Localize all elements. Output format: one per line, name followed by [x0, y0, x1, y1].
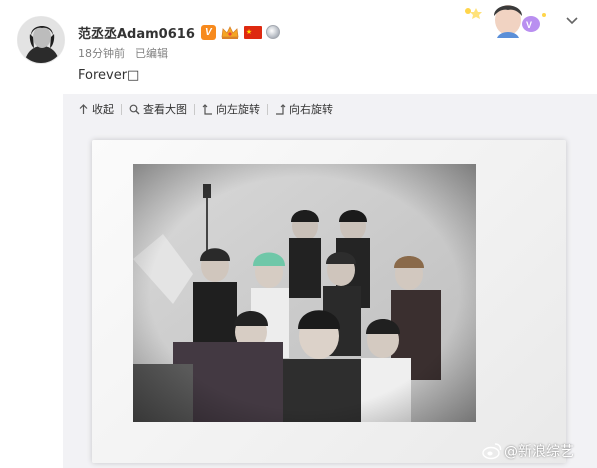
toolbar-divider — [267, 103, 268, 115]
decoration-card-icon: V — [465, 5, 546, 38]
post-time[interactable]: 18分钟前 — [78, 45, 125, 61]
rotate-right-button[interactable]: 向右旋转 — [275, 101, 340, 117]
avatar[interactable] — [17, 16, 65, 64]
username-row: 范丞丞Adam0616 V ★ — [78, 22, 280, 42]
medal-badge-icon[interactable] — [265, 25, 280, 39]
china-flag-icon[interactable]: ★ — [243, 25, 262, 39]
toolbar-divider — [121, 103, 122, 115]
post-photo[interactable] — [133, 164, 476, 422]
magnifier-icon — [129, 104, 140, 114]
watermark: @新浪综艺 — [482, 441, 574, 461]
collapse-button[interactable]: 收起 — [78, 101, 121, 117]
rotate-left-label: 向左旋转 — [216, 103, 260, 116]
group-selfie-image — [133, 164, 476, 422]
watermark-text: @新浪综艺 — [504, 444, 574, 460]
crown-icon — [221, 25, 239, 39]
view-large-button[interactable]: 查看大图 — [129, 101, 194, 117]
rotate-right-icon — [276, 103, 286, 115]
weibo-post: 范丞丞Adam0616 V ★ 18分钟前 已编辑 Forever□ V 收起 … — [0, 0, 597, 468]
edited-label[interactable]: 已编辑 — [135, 45, 168, 61]
collapse-label: 收起 — [92, 103, 114, 116]
chevron-down-icon[interactable] — [563, 12, 581, 30]
weibo-logo-icon — [482, 443, 502, 460]
username-link[interactable]: 范丞丞Adam0616 — [78, 23, 195, 42]
verified-v-badge[interactable]: V — [200, 24, 216, 40]
media-toolbar: 收起 查看大图 向左旋转 向右旋转 — [78, 100, 340, 118]
toolbar-divider — [194, 103, 195, 115]
view-large-label: 查看大图 — [143, 103, 187, 116]
post-text: Forever□ — [78, 68, 140, 83]
rotate-left-icon — [202, 103, 212, 115]
post-meta: 18分钟前 已编辑 — [78, 45, 168, 61]
arrow-up-icon — [79, 103, 88, 114]
svg-text:V: V — [526, 20, 532, 30]
rotate-left-button[interactable]: 向左旋转 — [202, 101, 267, 117]
avatar-image — [18, 17, 64, 63]
crown-badge-icon[interactable] — [220, 25, 240, 40]
rotate-right-label: 向右旋转 — [289, 103, 333, 116]
